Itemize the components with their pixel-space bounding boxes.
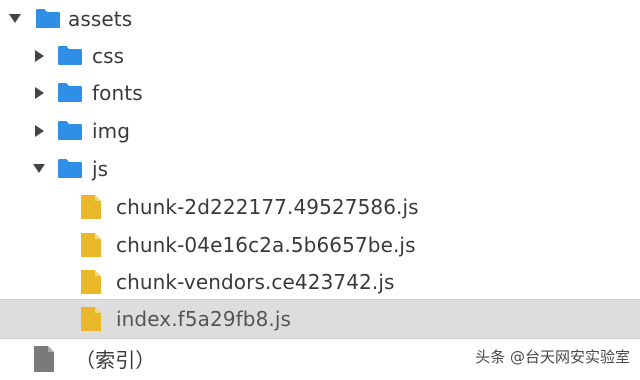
tree-item-label: css [92, 43, 125, 68]
folder-icon [35, 8, 61, 29]
tree-item-file[interactable]: chunk-vendors.ce423742.js [0, 263, 640, 300]
tree-item-label: js [92, 156, 109, 181]
tree-item-css[interactable]: css [0, 37, 640, 74]
chevron-right-icon[interactable] [32, 86, 46, 100]
tree-item-label: assets [68, 6, 133, 31]
tree-item-label: chunk-04e16c2a.5b6657be.js [116, 232, 416, 257]
watermark-text: 头条 @台天网安实验室 [475, 348, 630, 366]
tree-item-label: img [92, 118, 131, 143]
folder-icon [57, 120, 83, 141]
file-tree: assets css fonts img js chunk-2d222177.4… [0, 0, 640, 380]
folder-icon [57, 158, 83, 179]
tree-item-js[interactable]: js [0, 150, 640, 187]
js-file-icon [80, 269, 102, 295]
tree-item-file-selected[interactable]: index.f5a29fb8.js [0, 299, 640, 339]
tree-item-img[interactable]: img [0, 112, 640, 149]
tree-item-file[interactable]: chunk-2d222177.49527586.js [0, 188, 640, 225]
document-icon [33, 345, 55, 373]
tree-item-label: （索引） [75, 348, 156, 372]
tree-item-assets[interactable]: assets [0, 0, 640, 37]
js-file-icon [80, 306, 102, 332]
js-file-icon [80, 194, 102, 220]
tree-item-fonts[interactable]: fonts [0, 74, 640, 111]
folder-icon [57, 82, 83, 103]
js-file-icon [80, 232, 102, 258]
tree-item-label: chunk-2d222177.49527586.js [116, 194, 419, 219]
folder-icon [57, 45, 83, 66]
chevron-down-icon[interactable] [32, 162, 46, 176]
chevron-down-icon[interactable] [8, 12, 22, 26]
tree-item-label: index.f5a29fb8.js [116, 307, 292, 331]
tree-item-file[interactable]: chunk-04e16c2a.5b6657be.js [0, 226, 640, 263]
tree-item-label: fonts [92, 80, 143, 105]
tree-item-label: chunk-vendors.ce423742.js [116, 269, 395, 294]
chevron-right-icon[interactable] [32, 49, 46, 63]
chevron-right-icon[interactable] [32, 124, 46, 138]
